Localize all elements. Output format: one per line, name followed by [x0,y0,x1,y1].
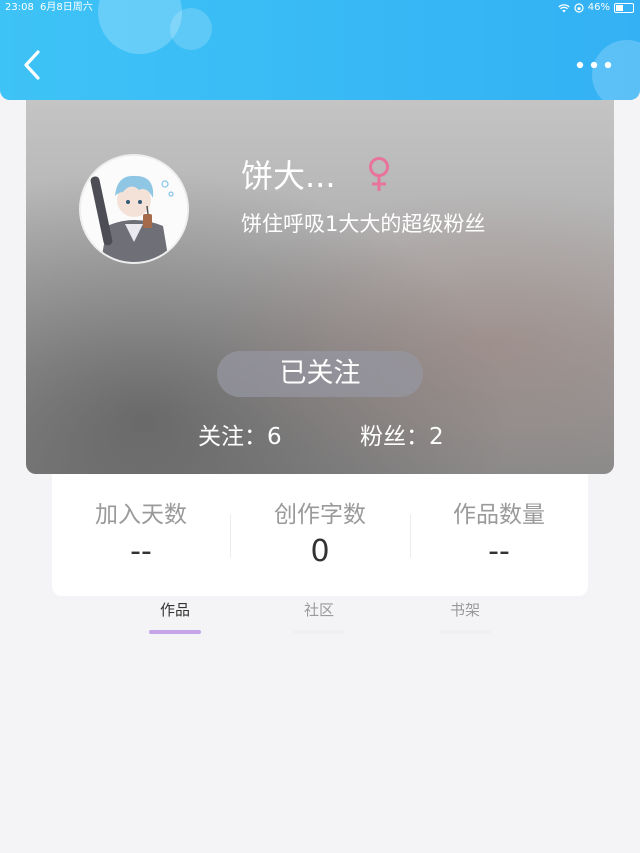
avatar-illustration [81,156,187,262]
signature: 饼住呼吸1大大的超级粉丝 [241,212,486,236]
top-bar: 23:08 6月8日周六 46% [0,0,640,100]
tab-indicator [293,630,345,634]
stat-label: 作品数量 [453,502,545,528]
status-date: 6月8日周六 [40,2,93,13]
status-time: 23:08 [5,2,34,13]
stat-word-count: 创作字数 0 [231,498,409,572]
followers-count[interactable]: 粉丝：2 [360,420,444,454]
stat-value: -- [488,534,510,569]
more-button[interactable] [570,55,618,75]
chevron-left-icon [24,50,40,80]
battery-percent: 46% [587,2,610,13]
tab-label: 书架 [449,601,480,619]
tab-label: 作品 [159,601,190,619]
tab-bookshelf[interactable]: 书架 [425,598,505,634]
stat-label: 创作字数 [274,502,366,528]
tab-label: 社区 [303,601,334,619]
stat-works-count: 作品数量 -- [410,498,588,572]
tab-indicator [149,630,201,634]
female-symbol-icon [366,156,392,194]
avatar[interactable] [79,154,189,264]
follow-button[interactable]: 已关注 [217,351,423,397]
battery-icon [614,3,634,13]
status-right: 46% [558,0,634,16]
stat-join-days: 加入天数 -- [52,498,230,572]
profile-header: 饼大... 饼住呼吸1大大的超级粉丝 已关注 关注：6 粉丝：2 [26,100,614,474]
lock-rotation-icon [574,3,584,13]
tab-works[interactable]: 作品 [135,598,215,634]
tab-indicator [439,630,491,634]
stat-label: 加入天数 [95,502,187,528]
status-bar: 23:08 6月8日周六 46% [0,0,640,16]
tab-community[interactable]: 社区 [279,598,359,634]
following-count[interactable]: 关注：6 [198,420,282,454]
stat-value: -- [130,534,152,569]
nickname: 饼大... [241,157,336,195]
stat-value: 0 [310,534,330,569]
stats-card: 加入天数 -- 创作字数 0 作品数量 -- [52,474,588,596]
back-button[interactable] [18,48,48,82]
wifi-icon [558,3,570,12]
more-dots-icon [576,61,612,69]
